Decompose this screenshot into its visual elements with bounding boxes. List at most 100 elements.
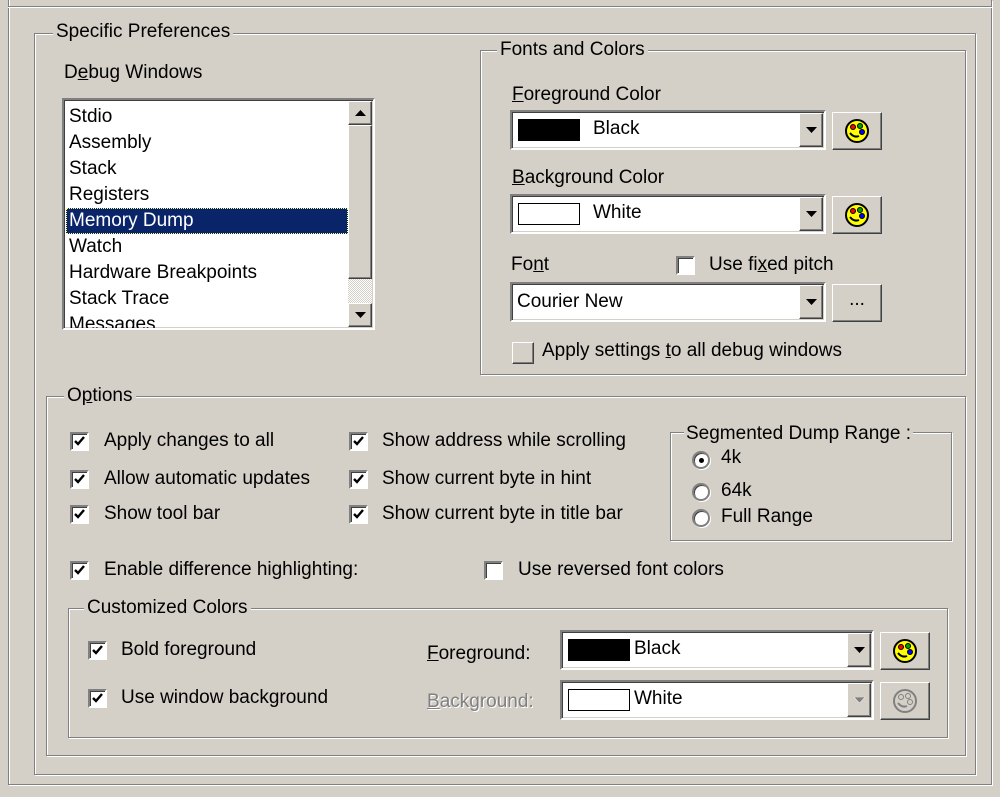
debug-window-item[interactable]: Memory Dump — [66, 208, 348, 234]
background-color-swatch — [518, 203, 580, 225]
debug-window-item[interactable]: Hardware Breakpoints — [66, 260, 348, 286]
chevron-down-icon — [853, 696, 865, 703]
automatic-updates-label: Allow automatic updates — [104, 468, 310, 489]
checkmark-icon — [74, 565, 85, 575]
range-64k-radio[interactable] — [692, 483, 710, 501]
range-full-label: Full Range — [721, 506, 813, 527]
scroll-up-button[interactable] — [348, 101, 372, 125]
foreground-color-select[interactable]: Black — [510, 110, 826, 150]
debug-window-item[interactable]: Stack Trace — [66, 286, 348, 312]
custom-background-select[interactable]: White — [560, 680, 874, 720]
background-dropdown-button[interactable] — [799, 197, 823, 231]
customized-colors-title: Customized Colors — [84, 598, 251, 618]
byte-in-titlebar-checkbox[interactable] — [349, 505, 368, 524]
checkmark-icon — [353, 474, 364, 484]
reversed-font-colors-checkbox[interactable] — [484, 561, 503, 580]
checkmark-icon — [353, 509, 364, 519]
debug-window-item[interactable]: Messages — [66, 312, 348, 328]
font-browse-label: ... — [849, 289, 865, 310]
range-64k-label: 64k — [721, 480, 752, 501]
custom-foreground-value: Black — [634, 638, 681, 659]
background-color-select[interactable]: White — [510, 194, 826, 234]
use-window-background-checkbox[interactable] — [88, 689, 107, 708]
custom-foreground-label: Foreground: — [427, 643, 531, 664]
debug-window-item[interactable]: Watch — [66, 234, 348, 260]
show-address-label: Show address while scrolling — [382, 430, 626, 451]
palette-icon — [893, 639, 917, 663]
show-toolbar-checkbox[interactable] — [70, 505, 89, 524]
range-4k-label: 4k — [721, 447, 742, 468]
palette-icon — [845, 203, 869, 227]
scroll-thumb[interactable] — [348, 125, 372, 279]
difference-highlighting-label: Enable difference highlighting: — [104, 559, 359, 580]
byte-in-hint-checkbox[interactable] — [349, 470, 368, 489]
checkmark-icon — [353, 436, 364, 446]
automatic-updates-checkbox[interactable] — [70, 470, 89, 489]
use-fixed-pitch-checkbox[interactable] — [676, 256, 695, 275]
byte-in-hint-label: Show current byte in hint — [382, 468, 592, 489]
palette-icon — [893, 689, 917, 713]
listbox-scrollbar[interactable] — [348, 101, 372, 327]
options-title: Options — [64, 386, 136, 406]
foreground-color-value: Black — [593, 118, 640, 139]
palette-icon — [845, 119, 869, 143]
chevron-down-icon — [853, 646, 865, 653]
font-label: Font — [511, 254, 550, 275]
background-palette-button[interactable] — [832, 196, 882, 234]
bold-foreground-checkbox[interactable] — [88, 641, 107, 660]
difference-highlighting-checkbox[interactable] — [70, 561, 89, 580]
foreground-color-label: Foreground Color — [512, 84, 661, 105]
custom-foreground-swatch — [568, 639, 630, 661]
checkmark-icon — [92, 645, 103, 655]
range-full-radio[interactable] — [692, 509, 710, 527]
debug-windows-listbox[interactable]: Stdio Assembly Stack Registers Memory Dump Wa… — [62, 98, 375, 330]
segmented-dump-range-title: Segmented Dump Range : — [684, 423, 913, 444]
foreground-dropdown-button[interactable] — [799, 113, 823, 147]
apply-all-toggle-button[interactable] — [512, 342, 534, 364]
reversed-font-colors-label: Use reversed font colors — [518, 559, 724, 580]
show-toolbar-label: Show tool bar — [104, 503, 221, 524]
debug-window-item[interactable]: Registers — [66, 182, 348, 208]
custom-background-value: White — [634, 688, 683, 709]
arrow-down-icon — [354, 311, 366, 318]
font-value: Courier New — [517, 291, 623, 312]
custom-background-dropdown-button[interactable] — [847, 683, 871, 717]
radio-dot — [699, 458, 704, 463]
foreground-color-swatch — [518, 119, 580, 141]
font-dropdown-button[interactable] — [799, 285, 823, 319]
checkmark-icon — [92, 693, 103, 703]
specific-preferences-title: Specific Preferences — [53, 22, 234, 42]
debug-window-item[interactable]: Stack — [66, 156, 348, 182]
foreground-palette-button[interactable] — [832, 112, 882, 150]
bold-foreground-label: Bold foreground — [121, 639, 257, 660]
scroll-down-button[interactable] — [348, 303, 372, 327]
debug-window-item[interactable]: Assembly — [66, 130, 348, 156]
chevron-down-icon — [805, 126, 817, 133]
background-color-label: Background Color — [512, 167, 665, 188]
range-4k-radio[interactable] — [692, 451, 710, 469]
checkmark-icon — [74, 509, 85, 519]
apply-changes-label: Apply changes to all — [104, 430, 275, 451]
chevron-down-icon — [805, 298, 817, 305]
custom-background-label: Background: — [427, 691, 534, 712]
apply-all-label: Apply settings to all debug windows — [542, 340, 842, 361]
show-address-checkbox[interactable] — [349, 432, 368, 451]
custom-foreground-select[interactable]: Black — [560, 630, 874, 670]
debug-windows-label: Debug Windows — [64, 62, 203, 83]
custom-background-palette-button[interactable] — [880, 682, 930, 720]
debug-window-item[interactable]: Stdio — [66, 104, 348, 130]
font-browse-button[interactable]: ... — [832, 284, 882, 322]
debug-windows-list: Stdio Assembly Stack Registers Memory Dump Wa… — [66, 104, 348, 328]
custom-background-swatch — [568, 689, 630, 711]
apply-changes-checkbox[interactable] — [70, 432, 89, 451]
custom-foreground-dropdown-button[interactable] — [847, 633, 871, 667]
font-select[interactable]: Courier New — [510, 282, 826, 322]
background-color-value: White — [593, 202, 642, 223]
byte-in-titlebar-label: Show current byte in title bar — [382, 503, 623, 524]
custom-foreground-palette-button[interactable] — [880, 632, 930, 670]
fonts-and-colors-title: Fonts and Colors — [497, 40, 648, 60]
use-window-background-label: Use window background — [121, 687, 329, 708]
arrow-up-icon — [354, 109, 366, 116]
use-fixed-pitch-label: Use fixed pitch — [709, 254, 834, 275]
checkmark-icon — [74, 474, 85, 484]
